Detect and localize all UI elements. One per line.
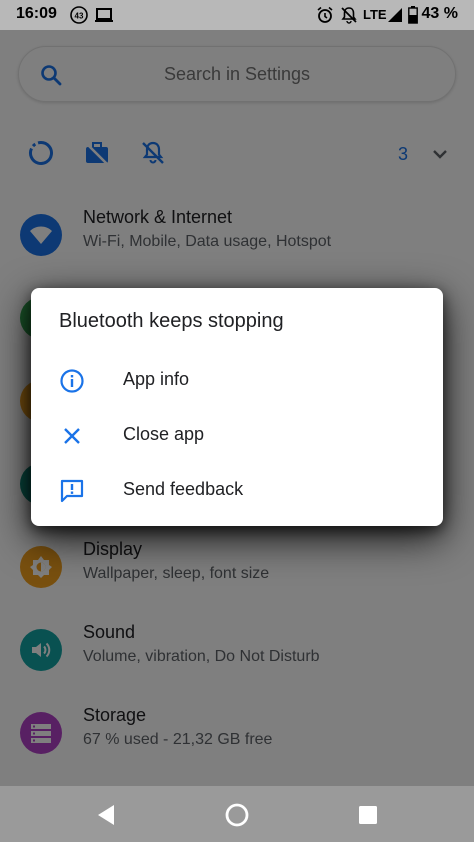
home-icon[interactable] — [222, 800, 252, 830]
dialog-option-label: Close app — [123, 424, 205, 444]
close-icon — [59, 423, 85, 454]
send-feedback-button[interactable]: Send feedback — [31, 464, 443, 516]
close-app-button[interactable]: Close app — [31, 409, 443, 461]
alarm-icon — [316, 6, 334, 29]
dialog-option-label: App info — [123, 369, 190, 389]
back-icon[interactable] — [92, 800, 122, 830]
navigation-bar — [0, 786, 474, 842]
info-icon — [59, 368, 85, 399]
status-bar: 16:09 43 LTE 43 % — [0, 0, 474, 30]
settings-screen: Search in Settings 3 Network & Internet … — [0, 30, 474, 786]
status-time: 16:09 — [16, 5, 57, 22]
notification-count-icon: 43 — [70, 6, 88, 29]
dialog-title: Bluetooth keeps stopping — [59, 310, 284, 332]
feedback-icon — [59, 478, 85, 509]
notifications-off-icon — [340, 6, 358, 29]
battery-percent: 43 % — [421, 5, 458, 22]
app-crash-dialog: Bluetooth keeps stopping App info Close … — [31, 288, 443, 526]
dialog-option-label: Send feedback — [123, 479, 244, 499]
signal-icon — [388, 6, 402, 27]
network-type: LTE — [363, 7, 387, 22]
laptop-icon — [94, 6, 114, 29]
battery-icon — [408, 6, 418, 29]
recents-icon[interactable] — [353, 800, 383, 830]
notification-count-text: 43 — [75, 12, 84, 21]
app-info-button[interactable]: App info — [31, 354, 443, 406]
